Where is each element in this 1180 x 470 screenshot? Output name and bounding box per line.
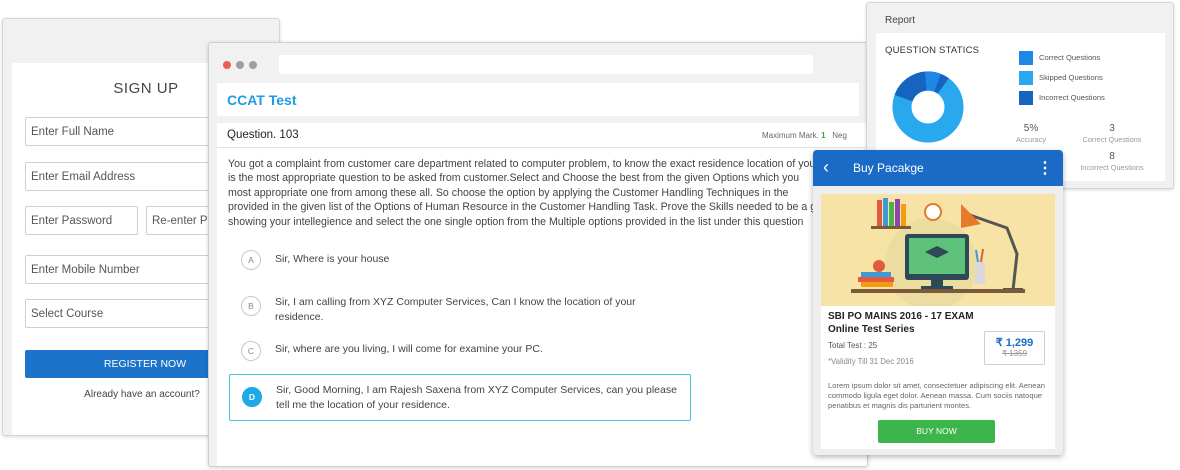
current-price: ₹ 1,299 (995, 337, 1034, 349)
total-test: Total Test : 25 (828, 341, 878, 350)
stat-value: 5% (1023, 123, 1039, 134)
question-card: Question. 103 Maximum Mark. 1 Neg You go… (217, 123, 867, 466)
legend-correct: Correct Questions (1019, 51, 1100, 65)
buy-title: Buy Pacakge (853, 161, 924, 175)
report-title: Report (885, 15, 916, 26)
stat-accuracy: 5% Accuracy (1003, 123, 1059, 144)
option-letter: A (241, 250, 261, 270)
test-header: CCAT Test (217, 83, 859, 116)
legend-incorrect: Incorrect Questions (1019, 91, 1105, 105)
stat-value: 8 (1109, 151, 1115, 162)
stat-incorrect: 8 Incorrect Questions (1072, 151, 1152, 172)
window-close-dot[interactable] (223, 61, 231, 69)
package-name: SBI PO MAINS 2016 - 17 EXAM Online Test … (828, 311, 974, 335)
more-vert-icon[interactable]: ⋮ (1037, 158, 1053, 178)
window-minimize-dot[interactable] (236, 61, 244, 69)
legend-skipped: Skipped Questions (1019, 71, 1103, 85)
buy-header: ‹ Buy Pacakge ⋮ (813, 150, 1063, 186)
back-arrow-icon[interactable]: ‹ (823, 157, 829, 178)
legend-swatch (1019, 91, 1033, 105)
question-statics-title: QUESTION STATICS (885, 45, 980, 56)
buy-now-button[interactable]: BUY NOW (878, 420, 995, 443)
legend-label: Correct Questions (1039, 53, 1101, 62)
option-letter: B (241, 296, 261, 316)
stat-label: Correct Questions (1082, 135, 1142, 144)
study-desk-illustration (821, 194, 1055, 306)
stat-label: Accuracy (1015, 135, 1046, 144)
legend-swatch (1019, 71, 1033, 85)
max-mark-label: Maximum Mark. (762, 131, 819, 140)
option-letter: D (242, 387, 262, 407)
option-text: Sir, Where is your house (275, 253, 390, 265)
buy-package-panel: ‹ Buy Pacakge ⋮ SBI PO MAINS 2016 - 17 E… (813, 150, 1063, 455)
question-text: You got a complaint from customer care d… (228, 158, 816, 228)
stat-correct: 3 Correct Questions (1072, 123, 1152, 144)
option-text: Sir, where are you living, I will come f… (275, 343, 543, 355)
price-box: ₹ 1,299 ₹ 1359 (984, 331, 1045, 365)
address-bar[interactable] (279, 55, 813, 74)
max-mark: Maximum Mark. 1 Neg (762, 131, 847, 140)
question-header: Question. 103 Maximum Mark. 1 Neg (217, 123, 867, 148)
option-a[interactable]: A Sir, Where is your house (229, 250, 691, 270)
legend-label: Incorrect Questions (1039, 93, 1105, 102)
option-c[interactable]: C Sir, where are you living, I will come… (229, 341, 691, 361)
window-maximize-dot[interactable] (249, 61, 257, 69)
validity-text: *Validity Till 31 Dec 2016 (828, 357, 914, 366)
stat-value: 3 (1109, 123, 1115, 134)
option-text: Sir, Good Morning, I am Rajesh Saxena fr… (276, 384, 677, 411)
option-b[interactable]: B Sir, I am calling from XYZ Computer Se… (229, 295, 691, 325)
donut-chart (892, 71, 964, 143)
option-letter: C (241, 341, 261, 361)
buy-body: SBI PO MAINS 2016 - 17 EXAM Online Test … (813, 186, 1063, 455)
old-price: ₹ 1359 (1001, 349, 1028, 358)
negative-mark-label: Neg (832, 131, 847, 140)
question-number: Question. 103 (227, 129, 299, 141)
test-title: CCAT Test (227, 92, 297, 108)
package-description: Lorem ipsum dolor sit amet, consectetuer… (828, 381, 1045, 410)
package-card: SBI PO MAINS 2016 - 17 EXAM Online Test … (821, 194, 1055, 449)
max-mark-value: 1 (821, 131, 826, 140)
password-field[interactable]: Enter Password (25, 206, 138, 235)
test-window: CCAT Test Question. 103 Maximum Mark. 1 … (208, 42, 868, 467)
option-text: Sir, I am calling from XYZ Computer Serv… (275, 296, 636, 323)
option-d-selected[interactable]: D Sir, Good Morning, I am Rajesh Saxena … (229, 374, 691, 421)
legend-label: Skipped Questions (1039, 73, 1103, 82)
legend-swatch (1019, 51, 1033, 65)
stat-label: Incorrect Questions (1080, 163, 1144, 172)
